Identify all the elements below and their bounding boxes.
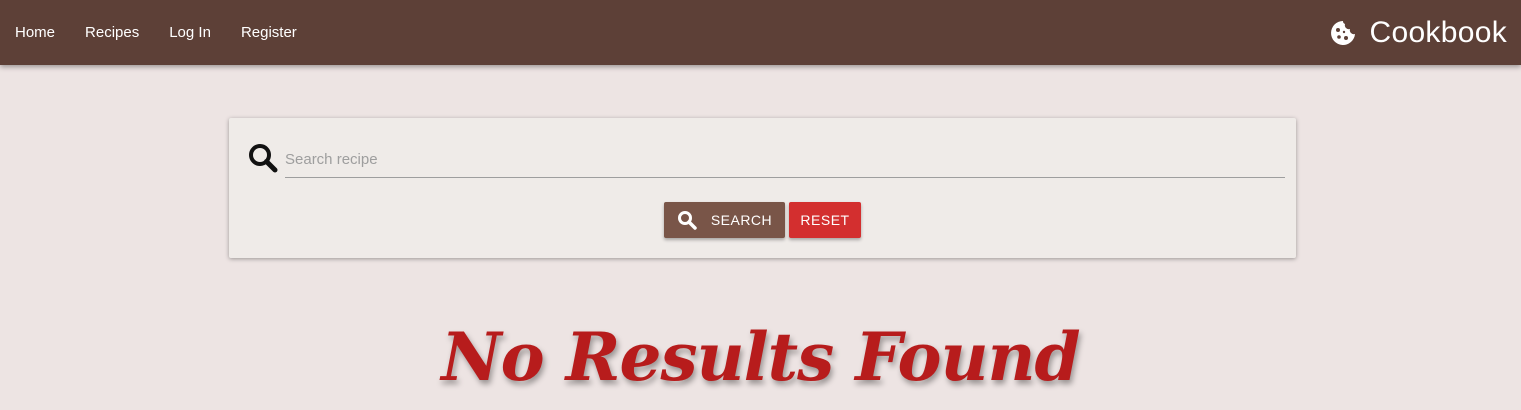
search-button-label: SEARCH [710,212,773,228]
search-button[interactable]: SEARCH [664,202,785,238]
no-results-message: No Results Found [441,318,1080,396]
reset-button[interactable]: RESET [789,202,861,238]
search-icon [247,142,279,174]
nav-link-home[interactable]: Home [15,24,55,41]
nav-link-register[interactable]: Register [241,24,297,41]
cookie-icon [1330,20,1355,45]
search-card: SEARCH RESET [229,118,1296,258]
brand-logo[interactable]: Cookbook [1330,16,1508,50]
navbar: Home Recipes Log In Register Cookbook [0,0,1521,65]
nav-links: Home Recipes Log In Register [15,24,327,41]
brand-name: Cookbook [1369,15,1507,49]
reset-button-label: RESET [800,212,850,228]
nav-link-login[interactable]: Log In [169,24,211,41]
nav-link-recipes[interactable]: Recipes [85,24,139,41]
search-input[interactable] [285,142,1285,178]
search-icon [677,211,697,230]
